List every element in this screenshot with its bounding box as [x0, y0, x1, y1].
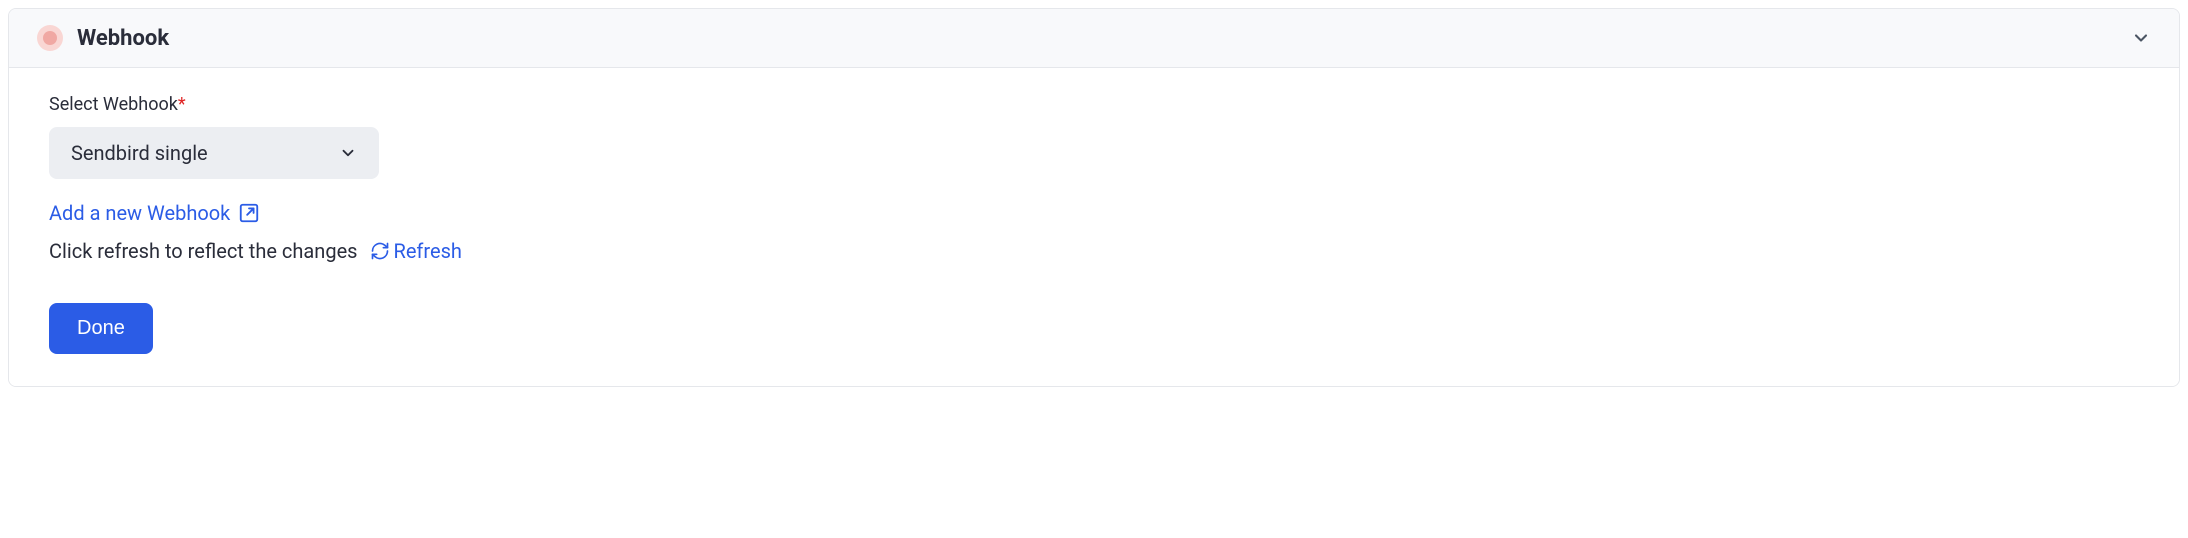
- select-webhook-label: Select Webhook*: [49, 94, 2139, 115]
- select-value: Sendbird single: [71, 141, 208, 165]
- panel-header[interactable]: Webhook: [9, 9, 2179, 68]
- status-indicator-icon: [37, 25, 63, 51]
- add-webhook-link-text: Add a new Webhook: [49, 201, 230, 225]
- webhook-panel: Webhook Select Webhook* Sendbird single …: [8, 8, 2180, 387]
- chevron-down-icon: [339, 144, 357, 162]
- chevron-down-icon[interactable]: [2131, 28, 2151, 48]
- done-button[interactable]: Done: [49, 303, 153, 354]
- field-label-text: Select Webhook: [49, 94, 178, 115]
- required-indicator: *: [178, 94, 186, 115]
- add-webhook-link[interactable]: Add a new Webhook: [49, 201, 2139, 225]
- external-link-icon: [238, 202, 260, 224]
- header-left: Webhook: [37, 25, 169, 51]
- webhook-select[interactable]: Sendbird single: [49, 127, 379, 179]
- panel-title: Webhook: [77, 26, 169, 51]
- panel-body: Select Webhook* Sendbird single Add a ne…: [9, 68, 2179, 386]
- refresh-label: Refresh: [394, 239, 462, 263]
- refresh-helper-row: Click refresh to reflect the changes Ref…: [49, 239, 2139, 263]
- helper-text: Click refresh to reflect the changes: [49, 239, 358, 263]
- refresh-button[interactable]: Refresh: [370, 239, 462, 263]
- refresh-icon: [370, 241, 390, 261]
